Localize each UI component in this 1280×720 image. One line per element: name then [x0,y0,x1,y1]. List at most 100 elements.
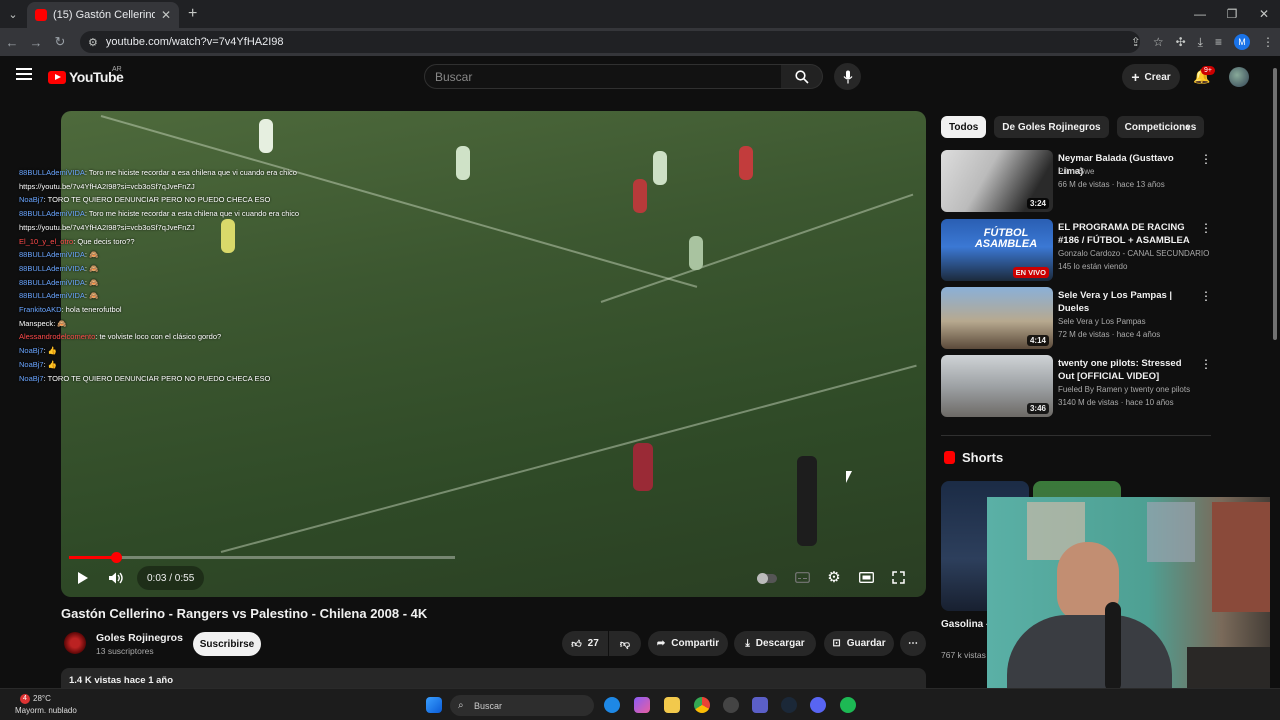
thumbs-up-icon: 👍︎ [571,638,582,650]
recommendation-item[interactable]: 4:14 Sele Vera y Los Pampas | Dueles Sel… [941,287,1212,349]
discord-icon[interactable] [810,697,826,713]
fullscreen-button[interactable] [887,566,909,588]
chat-username: FrankitoAKD [19,305,62,315]
download-icon: ⤓ [745,638,750,649]
account-avatar[interactable] [1229,67,1249,87]
address-bar[interactable]: ⚙ youtube.com/watch?v=7v4YfHA2I98 [80,31,1140,53]
taskbar-search[interactable]: ⌕ Buscar [450,695,594,716]
recommendation-title: twenty one pilots: Stressed Out [OFFICIA… [1058,358,1182,382]
download-button[interactable]: ⤓ Descargar [734,631,816,656]
windows-start-icon[interactable] [426,697,442,713]
channel-avatar[interactable] [64,632,86,654]
create-button[interactable]: + Crear [1122,64,1180,90]
recommendation-item[interactable]: FÚTBOL ASAMBLEA EN VIVO EL PROGRAMA DE R… [941,219,1212,281]
forward-icon[interactable]: → [24,28,48,56]
video-thumbnail: FÚTBOL ASAMBLEA EN VIVO [941,219,1053,281]
save-button[interactable]: ⊡ Guardar [824,631,894,656]
obs-icon[interactable] [723,697,739,713]
autoplay-toggle[interactable] [755,568,779,588]
youtube-logo[interactable]: YouTube AR [48,66,124,85]
more-icon: ⋯ [908,638,918,649]
window-controls: — ❐ ✕ [1184,0,1280,28]
steam-icon[interactable] [781,697,797,713]
file-explorer-icon[interactable] [664,697,680,713]
recommendation-channel: PrimeSwe [1058,167,1095,176]
chat-message: El_10_y_el_otro: Que decis toro?? [19,235,309,249]
chip-todos[interactable]: Todos [941,116,987,138]
new-tab-icon[interactable]: + [188,5,197,23]
chat-text: : 🙈 [84,263,99,273]
dislike-button[interactable]: 👎︎ [609,631,641,656]
microphone [1105,602,1121,692]
weather-widget[interactable]: 4 28°C Mayorm. nublado [15,693,77,717]
media-icon[interactable]: ≡ [1215,35,1222,49]
bookmark-star-icon[interactable]: ☆ [1153,35,1164,49]
back-icon[interactable]: ← [0,28,24,56]
more-icon[interactable]: ⋮ [1200,289,1212,303]
play-button[interactable] [71,566,95,590]
chip-de-goles-rojinegros[interactable]: De Goles Rojinegros [994,116,1109,138]
search-input[interactable]: Buscar [424,64,782,89]
chip-competiciones[interactable]: Competiciones [1116,116,1205,138]
browser-toolbar: ← → ↻ ⚙ youtube.com/watch?v=7v4YfHA2I98 … [0,28,1280,56]
chat-text: : 👍 [43,359,58,369]
progress-scrubber[interactable] [111,552,123,563]
chat-message: 88BULLAdemiVIDA: 🙈 [19,262,309,276]
webcam-overlay [987,497,1280,720]
install-app-icon[interactable]: ⇪ [1131,35,1141,49]
more-icon[interactable]: ⋮ [1200,357,1212,371]
share-button[interactable]: ➦ Compartir [648,631,728,656]
more-icon[interactable]: ⋮ [1200,152,1212,166]
taskbar-search-label: Buscar [474,700,503,711]
theater-mode-button[interactable] [855,566,877,588]
chat-text: : TORO TE QUIERO DENUNCIAR PERO NO PUEDO… [43,373,271,383]
recommendation-item[interactable]: 3:24 Neymar Balada (Gusttavo Lima) Prime… [941,150,1212,212]
chat-username: NoaBj7 [19,359,44,369]
progress-buffer[interactable] [69,556,455,559]
search-button[interactable] [781,64,823,89]
downloads-icon[interactable]: ⤓ [1198,35,1203,50]
recommendation-title: Sele Vera y Los Pampas | Dueles [1058,290,1173,314]
time-display: 0:03 / 0:55 [137,566,205,590]
chat-message: 88BULLAdemiVIDA: 🙈 [19,289,309,303]
page-scrollbar[interactable] [1270,56,1280,688]
browser-tab[interactable]: (15) Gastón Cellerino - Rangers ✕ [27,2,179,28]
teams-icon[interactable] [752,697,768,713]
voice-search-button[interactable] [834,63,861,90]
extensions-icon[interactable]: ✣ [1176,35,1186,49]
spotify-icon[interactable] [840,697,856,713]
chat-text: : 🙈 [84,250,99,260]
weather-notification-count: 4 [20,694,30,704]
browser-menu-icon[interactable]: ⋮ [1262,35,1274,49]
copilot-icon[interactable] [634,697,650,713]
recommendation-item[interactable]: 3:46 twenty one pilots: Stressed Out [OF… [941,355,1212,417]
recommendation-meta: 3140 M de vistas · hace 10 años [1058,398,1174,407]
like-button[interactable]: 👍︎ 27 [562,631,608,656]
subscribe-button[interactable]: Suscribirse [193,632,261,656]
subtitles-button[interactable] [791,566,813,588]
profile-avatar[interactable]: M [1234,34,1250,50]
menu-icon[interactable] [16,68,32,80]
reload-icon[interactable]: ↻ [48,28,72,56]
scrollbar-thumb[interactable] [1273,68,1277,340]
recommendation-meta: 72 M de vistas · hace 4 años [1058,330,1161,339]
chevron-right-icon[interactable]: › [1186,120,1190,134]
settings-gear-icon[interactable]: ⚙ [823,566,845,588]
tab-search-icon[interactable]: ⌄ [0,0,26,28]
edge-icon[interactable] [604,697,620,713]
minimize-icon[interactable]: — [1184,0,1216,28]
save-icon: ⊡ [832,638,841,649]
recommendation-channel: Sele Vera y Los Pampas [1058,317,1146,326]
chrome-icon[interactable] [694,697,710,713]
close-tab-icon[interactable]: ✕ [161,8,171,22]
restore-icon[interactable]: ❐ [1216,0,1248,28]
duration-badge: 4:14 [1026,335,1049,346]
channel-name[interactable]: Goles Rojinegros [96,632,183,644]
volume-button[interactable] [104,566,128,590]
chat-username: NoaBj7 [19,373,44,383]
close-window-icon[interactable]: ✕ [1248,0,1280,28]
fullscreen-icon [891,570,905,584]
site-info-icon[interactable]: ⚙ [88,36,98,49]
more-actions-button[interactable]: ⋯ [900,631,926,656]
more-icon[interactable]: ⋮ [1200,221,1212,235]
